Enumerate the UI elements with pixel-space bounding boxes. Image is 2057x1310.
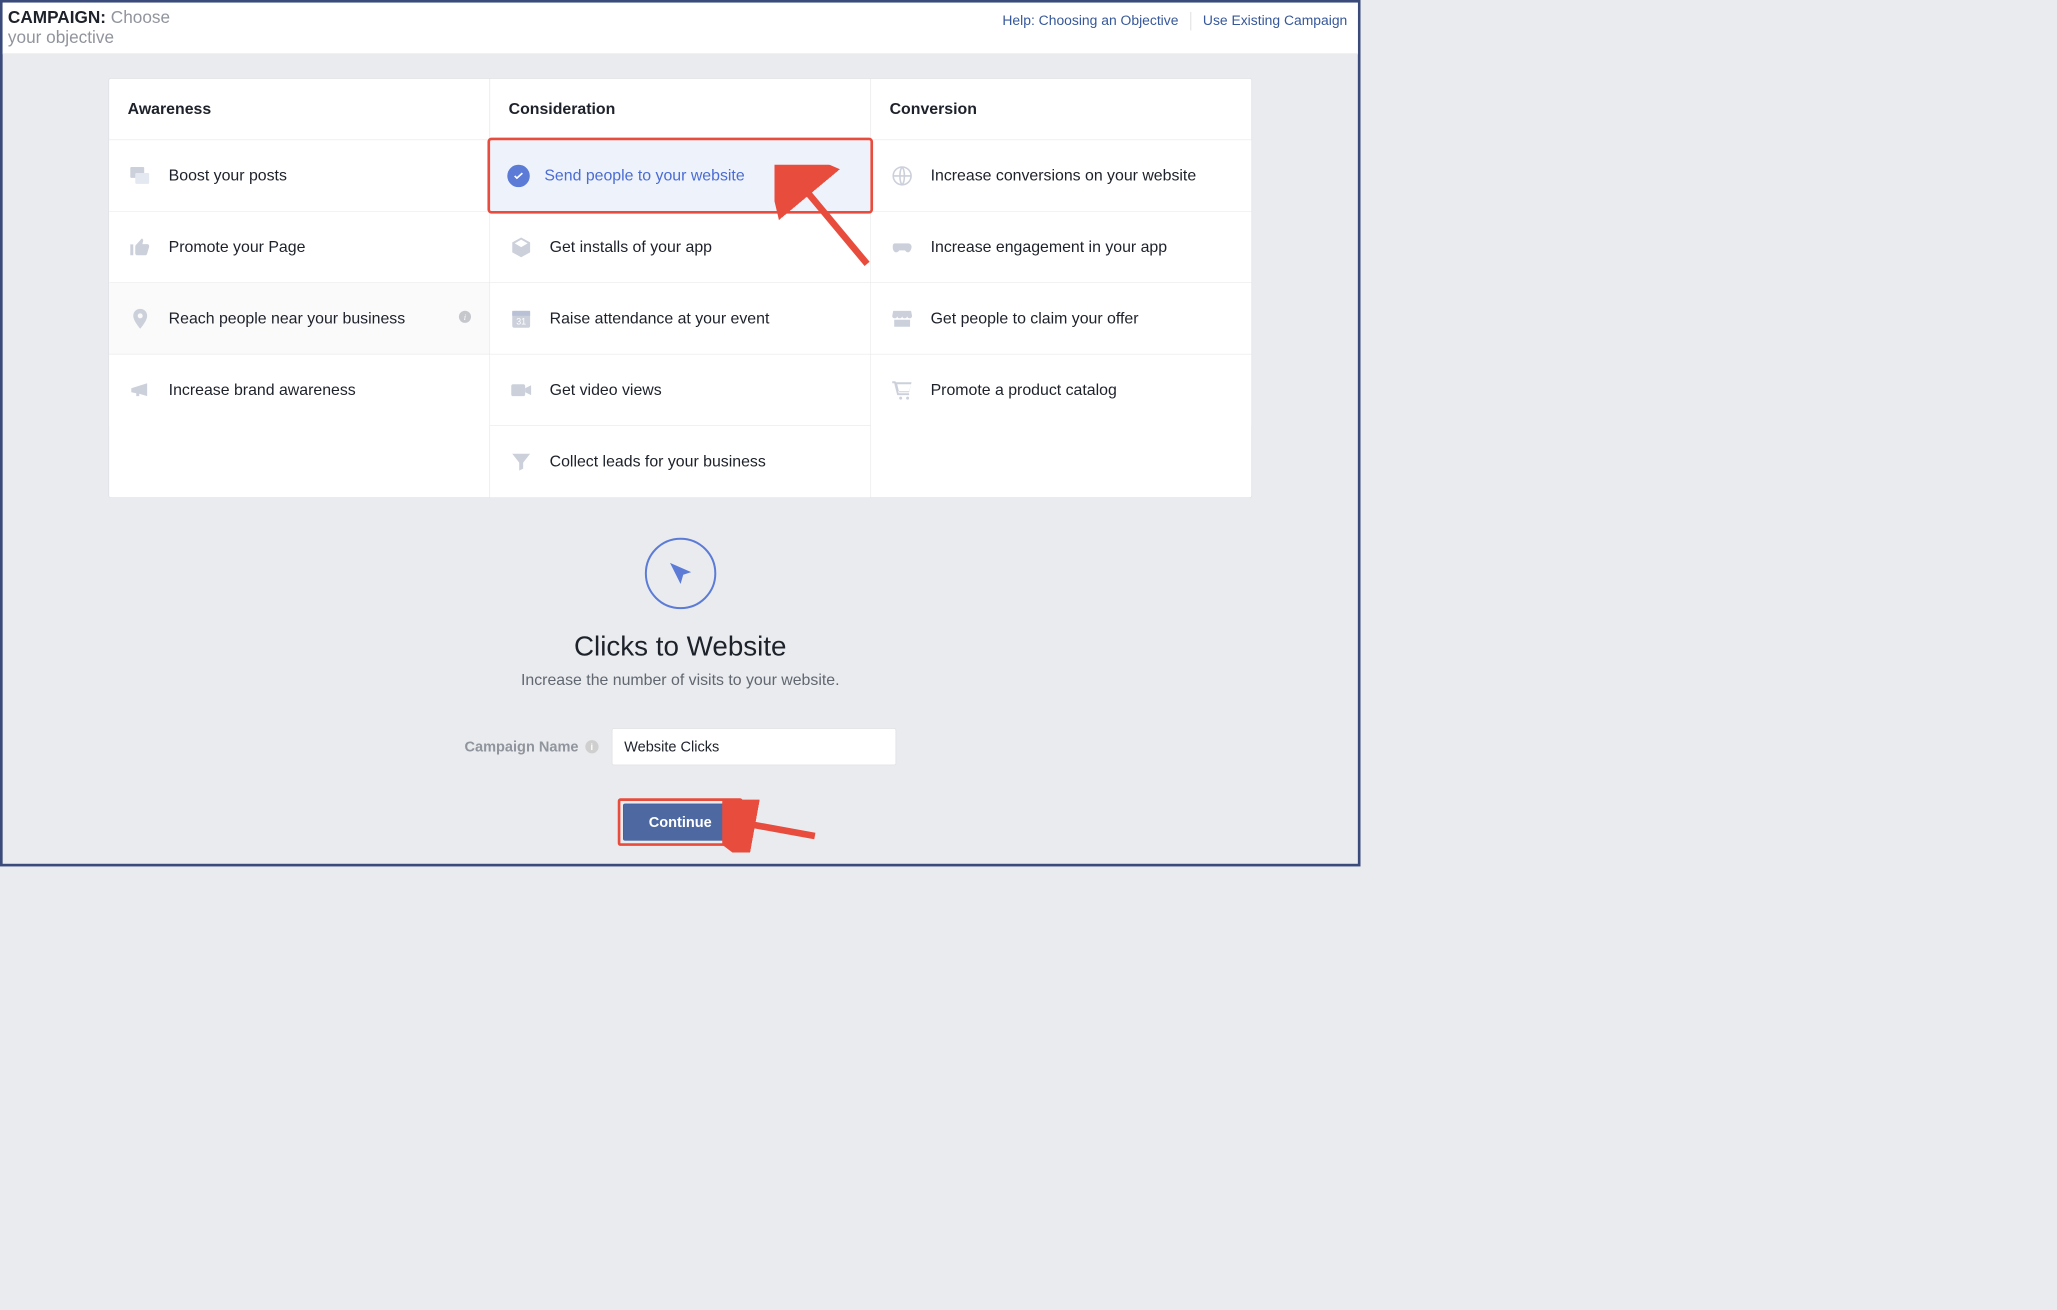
continue-wrap: Continue <box>623 804 738 841</box>
funnel-icon <box>507 448 535 476</box>
check-icon <box>507 164 529 186</box>
campaign-label: CAMPAIGN: <box>8 7 106 27</box>
posts-icon <box>126 162 154 190</box>
column-header-awareness: Awareness <box>109 79 489 141</box>
objective-website-conversions[interactable]: Increase conversions on your website <box>871 140 1251 211</box>
continue-button[interactable]: Continue <box>623 804 738 841</box>
svg-text:31: 31 <box>516 316 526 326</box>
link-divider <box>1190 12 1191 31</box>
calendar-icon: 31 <box>507 305 535 333</box>
objective-detail: Clicks to Website Increase the number of… <box>108 538 1252 841</box>
video-icon <box>507 376 535 404</box>
column-conversion: Conversion Increase conversions on your … <box>871 79 1251 498</box>
gamepad-icon <box>888 233 916 261</box>
column-header-consideration: Consideration <box>490 79 870 141</box>
top-links: Help: Choosing an Objective Use Existing… <box>1002 8 1347 30</box>
thumb-up-icon <box>126 233 154 261</box>
objective-label: Promote your Page <box>169 238 473 257</box>
campaign-name-label-text: Campaign Name <box>464 738 578 755</box>
objective-send-to-website[interactable]: Send people to your website <box>490 140 870 211</box>
objective-brand-awareness[interactable]: Increase brand awareness <box>109 355 489 426</box>
objective-label: Reach people near your business <box>169 309 443 328</box>
objective-label: Collect leads for your business <box>550 452 854 471</box>
detail-title: Clicks to Website <box>108 630 1252 662</box>
pin-person-icon <box>126 305 154 333</box>
objective-label: Get video views <box>550 381 854 400</box>
page-title: CAMPAIGN: Choose your objective <box>8 8 206 48</box>
use-existing-link[interactable]: Use Existing Campaign <box>1203 13 1347 29</box>
objective-label: Get people to claim your offer <box>931 309 1235 328</box>
campaign-name-row: Campaign Name i <box>108 728 1252 765</box>
objective-grid: Awareness Boost your posts Promote your … <box>108 78 1252 498</box>
storefront-icon <box>888 305 916 333</box>
objective-label: Promote a product catalog <box>931 381 1235 400</box>
objective-label: Send people to your website <box>544 166 853 185</box>
column-header-conversion: Conversion <box>871 79 1251 141</box>
megaphone-icon <box>126 376 154 404</box>
objective-video-views[interactable]: Get video views <box>490 355 870 426</box>
cart-icon <box>888 376 916 404</box>
objective-product-catalog[interactable]: Promote a product catalog <box>871 355 1251 426</box>
objective-label: Raise attendance at your event <box>550 309 854 328</box>
objective-collect-leads[interactable]: Collect leads for your business <box>490 426 870 497</box>
objective-event-attendance[interactable]: 31 Raise attendance at your event <box>490 283 870 354</box>
campaign-name-label: Campaign Name i <box>464 738 598 755</box>
column-awareness: Awareness Boost your posts Promote your … <box>109 79 490 498</box>
detail-subtitle: Increase the number of visits to your we… <box>108 671 1252 690</box>
cursor-circle-icon <box>645 538 716 609</box>
objective-boost-posts[interactable]: Boost your posts <box>109 140 489 211</box>
objective-label: Increase engagement in your app <box>931 238 1235 257</box>
globe-icon <box>888 162 916 190</box>
objective-reach-nearby[interactable]: Reach people near your business i <box>109 283 489 354</box>
objective-claim-offer[interactable]: Get people to claim your offer <box>871 283 1251 354</box>
objective-label: Increase brand awareness <box>169 381 473 400</box>
column-consideration: Consideration Send people to your websit… <box>490 79 871 498</box>
help-link[interactable]: Help: Choosing an Objective <box>1002 13 1178 29</box>
objective-label: Boost your posts <box>169 166 473 185</box>
objective-label: Increase conversions on your website <box>931 166 1235 185</box>
objective-app-installs[interactable]: Get installs of your app <box>490 212 870 283</box>
objective-promote-page[interactable]: Promote your Page <box>109 212 489 283</box>
objective-app-engagement[interactable]: Increase engagement in your app <box>871 212 1251 283</box>
top-bar: CAMPAIGN: Choose your objective Help: Ch… <box>3 3 1358 55</box>
box-icon <box>507 233 535 261</box>
objective-label: Get installs of your app <box>550 238 854 257</box>
info-icon: i <box>458 309 473 328</box>
annotation-arrow <box>722 800 828 853</box>
campaign-name-input[interactable] <box>612 728 896 765</box>
info-icon: i <box>585 740 598 753</box>
